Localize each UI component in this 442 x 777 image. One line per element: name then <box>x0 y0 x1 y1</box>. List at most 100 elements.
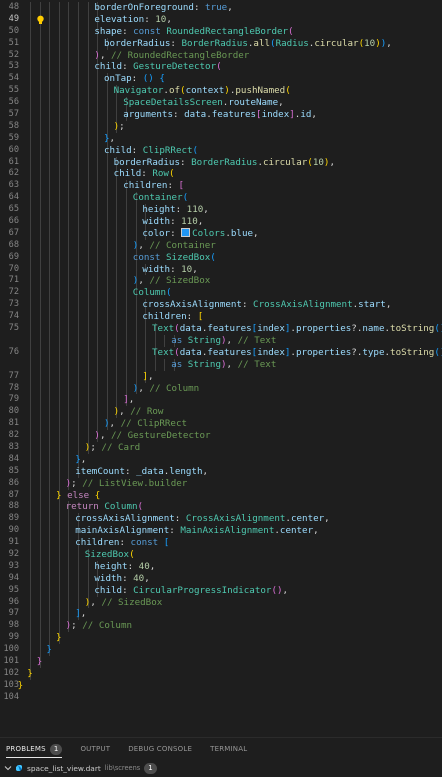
line-number: 62 <box>8 168 19 179</box>
code-line[interactable]: 93 height: 40, <box>0 560 442 573</box>
lightbulb-icon[interactable] <box>36 15 45 25</box>
indent-guide <box>49 299 51 312</box>
indent-guide <box>68 513 70 526</box>
code-line[interactable]: 73 crossAxisAlignment: CrossAxisAlignment… <box>0 299 442 312</box>
chevron-down-icon[interactable] <box>3 763 13 773</box>
code-line[interactable]: 89 crossAxisAlignment: CrossAxisAlignment… <box>0 513 442 526</box>
indent-guide <box>78 275 79 288</box>
code-line[interactable]: 55 Navigator.of(context).pushNamed( <box>0 85 442 98</box>
code-line[interactable]: 81), // ClipRRect <box>0 418 442 431</box>
code-line[interactable]: 65 height: 110, <box>0 204 442 217</box>
code-line[interactable]: 103} <box>0 680 442 692</box>
code-line[interactable]: 67 color: Colors.blue, <box>0 227 442 240</box>
code-line[interactable]: 64 Container( <box>0 192 442 205</box>
code-line[interactable]: 83); // Card <box>0 441 442 454</box>
indent-guide <box>49 37 51 50</box>
code-line[interactable]: 104 <box>0 692 442 704</box>
code-text: crossAxisAlignment: CrossAxisAlignment.s… <box>142 299 391 311</box>
problem-file-row[interactable]: space_list_view.dart lib\screens 1 <box>0 761 442 775</box>
indent-guide <box>30 501 31 514</box>
code-line[interactable]: 63 children: [ <box>0 180 442 193</box>
code-line[interactable]: 87} else { <box>0 489 442 502</box>
code-line[interactable]: 70 width: 10, <box>0 263 442 276</box>
code-line[interactable]: 101} <box>0 655 442 668</box>
indent-guide <box>164 334 166 347</box>
code-line[interactable]: 102} <box>0 667 442 680</box>
code-line[interactable]: 85 itemCount: _data.length, <box>0 465 442 478</box>
code-line[interactable]: 66 width: 110, <box>0 216 442 228</box>
code-line[interactable]: 62 child: Row( <box>0 168 442 181</box>
tab-output[interactable]: OUTPUT <box>80 738 110 760</box>
indent-guide <box>39 430 41 442</box>
code-line[interactable]: 86); // ListView.builder <box>0 477 442 490</box>
code-line[interactable]: 84}, <box>0 453 442 466</box>
code-line[interactable]: 71), // SizedBox <box>0 275 442 288</box>
indent-guide <box>116 251 118 264</box>
code-line[interactable]: 53 child: GestureDetector( <box>0 61 442 74</box>
indent-guide <box>49 97 51 110</box>
indent-guide <box>106 370 108 383</box>
code-line[interactable]: 56 SpaceDetailsScreen.routeName, <box>0 97 442 110</box>
code-line[interactable]: 58); <box>0 120 442 133</box>
indent-guide <box>39 632 41 645</box>
code-line[interactable]: 57 arguments: data.features[index].id, <box>0 109 442 121</box>
code-editor[interactable]: 48 borderOnForeground: true, 49 elevation: … <box>0 0 442 739</box>
code-line[interactable]: 98); // Column <box>0 620 442 633</box>
code-line[interactable]: 80), // Row <box>0 406 442 419</box>
code-line[interactable]: 77], <box>0 370 442 383</box>
code-line[interactable]: 95 child: CircularProgressIndicator(), <box>0 584 442 597</box>
code-line[interactable]: 74 children: [ <box>0 311 442 324</box>
code-token: itemCount <box>75 465 125 477</box>
code-line[interactable]: 78), // Column <box>0 382 442 395</box>
tab-problems[interactable]: PROBLEMS 1 <box>6 738 63 760</box>
code-line[interactable]: 92 SizedBox( <box>0 548 442 561</box>
line-number: 79 <box>8 394 19 405</box>
code-line[interactable]: as String), // Text <box>0 334 442 347</box>
code-line[interactable]: 60 child: ClipRRect( <box>0 144 442 157</box>
code-line[interactable]: 99} <box>0 632 442 645</box>
code-token: data <box>179 323 202 335</box>
code-line[interactable]: as String), // Text <box>0 358 442 371</box>
code-line[interactable]: 96), // SizedBox <box>0 596 442 609</box>
code-line[interactable]: 79], <box>0 394 442 407</box>
code-line[interactable]: 52), // RoundedRectangleBorder <box>0 49 442 62</box>
code-token: context <box>185 85 225 97</box>
tab-terminal[interactable]: TERMINAL <box>210 738 247 760</box>
code-line[interactable]: 91 children: const [ <box>0 537 442 549</box>
code-line[interactable]: 97], <box>0 608 442 621</box>
code-line[interactable]: 82), // GestureDetector <box>0 430 442 442</box>
code-line[interactable]: 69 const SizedBox( <box>0 251 442 264</box>
code-line[interactable]: 100} <box>0 644 442 656</box>
indent-guide <box>30 572 31 585</box>
code-line[interactable]: 49 elevation: 10, <box>0 13 442 26</box>
code-text: } <box>46 644 52 656</box>
line-number: 92 <box>8 548 19 559</box>
code-line[interactable]: 48 borderOnForeground: true, <box>0 2 442 14</box>
indent-guide <box>39 132 41 145</box>
code-line[interactable]: 75 Text(data.features[index].properties?.… <box>0 323 442 335</box>
line-number: 80 <box>8 406 19 417</box>
code-token: properties <box>295 346 352 358</box>
code-line[interactable]: 61 borderRadius: BorderRadius.circular(10… <box>0 156 442 169</box>
indent-guide <box>39 251 41 264</box>
code-line[interactable]: 88 return Column( <box>0 501 442 514</box>
indent-guide <box>78 596 79 609</box>
indent-guide <box>49 85 51 98</box>
indent-guide <box>58 13 60 26</box>
indent-guide <box>106 97 108 110</box>
code-line[interactable]: 90 mainAxisAlignment: MainAxisAlignment.c… <box>0 525 442 538</box>
code-line[interactable]: 94 width: 40, <box>0 572 442 585</box>
indent-guide <box>30 287 31 300</box>
line-number: 68 <box>8 239 19 250</box>
code-line[interactable]: 68), // Container <box>0 239 442 252</box>
color-swatch-icon[interactable] <box>181 227 191 237</box>
code-line[interactable]: 72 Column( <box>0 287 442 300</box>
indent-guide <box>78 334 79 347</box>
tab-debug-console[interactable]: DEBUG CONSOLE <box>128 738 192 760</box>
code-line[interactable]: 54 onTap: () { <box>0 73 442 86</box>
code-line[interactable]: 59}, <box>0 132 442 145</box>
line-number: 73 <box>8 299 19 310</box>
code-line[interactable]: 76 Text(data.features[index].properties?.… <box>0 346 442 359</box>
code-line[interactable]: 51 borderRadius: BorderRadius.all(Radius.… <box>0 37 442 50</box>
code-line[interactable]: 50 shape: const RoundedRectangleBorder( <box>0 25 442 38</box>
